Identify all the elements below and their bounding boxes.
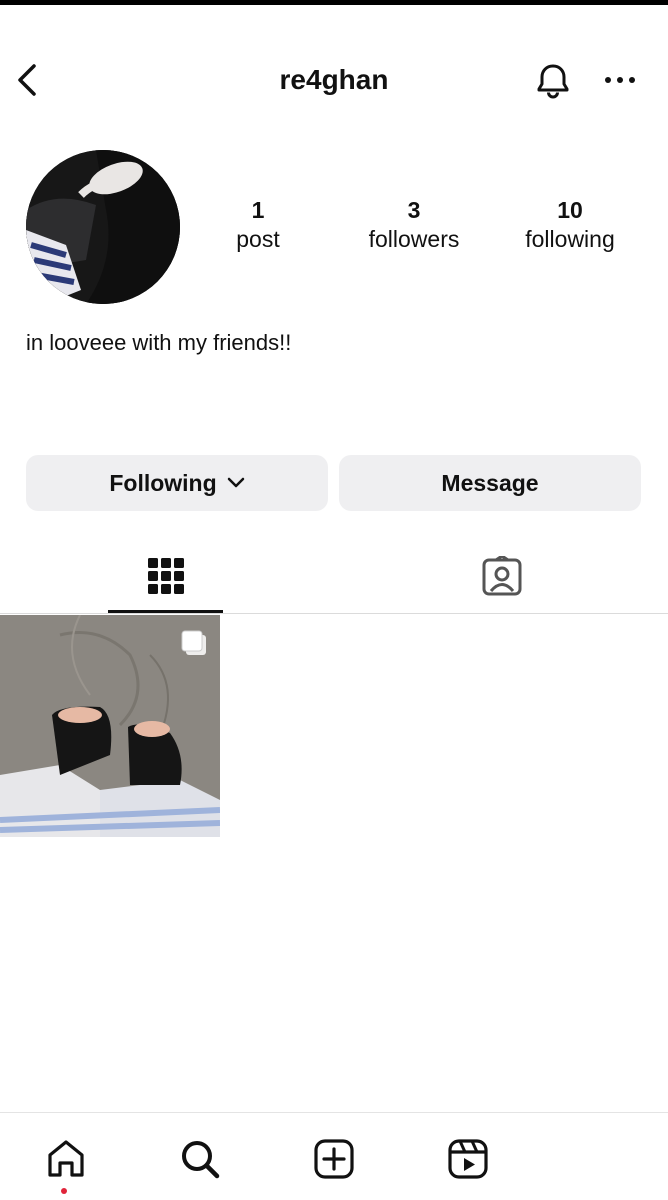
bell-icon <box>537 64 569 99</box>
multiple-images-icon <box>180 629 208 662</box>
posts-count-value: 1 <box>251 197 265 223</box>
followers-count[interactable]: 3 followers <box>344 196 484 254</box>
message-button[interactable]: Message <box>339 455 641 511</box>
posts-count-label: post <box>236 226 280 252</box>
profile-bio: in looveee with my friends!! <box>26 330 292 355</box>
active-tab-indicator <box>108 610 223 613</box>
following-count[interactable]: 10 following <box>500 196 640 254</box>
tab-posts-grid[interactable] <box>108 540 223 612</box>
following-button[interactable]: Following <box>26 455 328 511</box>
tagged-person-icon <box>482 556 521 596</box>
nav-home[interactable] <box>40 1133 92 1185</box>
home-icon <box>48 1140 84 1177</box>
more-options-button[interactable] <box>598 62 642 98</box>
ellipsis-icon <box>605 77 635 83</box>
reels-icon <box>448 1139 488 1179</box>
avatar-photo <box>26 150 180 304</box>
search-icon <box>182 1141 220 1179</box>
profile-header: re4ghan <box>0 50 668 110</box>
followers-count-value: 3 <box>407 197 421 223</box>
profile-avatar[interactable] <box>26 150 180 304</box>
profile-tabs <box>0 540 668 614</box>
notifications-button[interactable] <box>530 60 576 102</box>
nav-search[interactable] <box>174 1133 226 1185</box>
message-button-label: Message <box>441 469 539 496</box>
home-notification-dot <box>61 1188 67 1194</box>
post-thumbnail[interactable] <box>0 615 220 837</box>
following-count-value: 10 <box>557 197 583 223</box>
tab-tagged[interactable] <box>444 540 559 612</box>
posts-count[interactable]: 1 post <box>188 196 328 254</box>
following-button-label: Following <box>109 469 217 496</box>
nav-reels[interactable] <box>442 1133 494 1185</box>
plus-square-icon <box>314 1139 354 1179</box>
grid-icon <box>147 558 184 594</box>
following-count-label: following <box>525 226 615 252</box>
chevron-down-icon <box>227 477 245 489</box>
status-bar-edge <box>0 0 668 5</box>
followers-count-label: followers <box>368 226 460 252</box>
bottom-navigation <box>0 1112 668 1200</box>
nav-create[interactable] <box>308 1133 360 1185</box>
